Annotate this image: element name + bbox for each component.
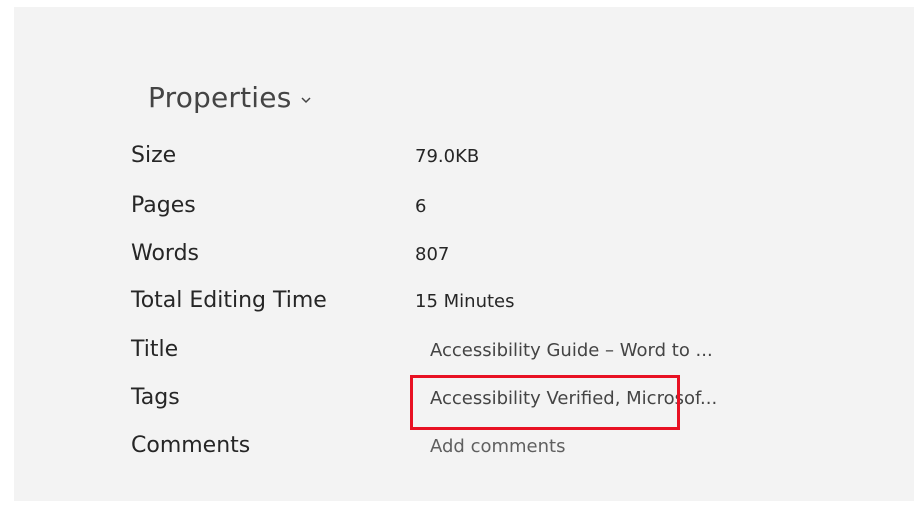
property-value-words: 807 (415, 244, 450, 265)
property-row-size: Size 79.0KB (131, 143, 831, 177)
chevron-down-icon (300, 96, 311, 103)
property-row-editing-time: Total Editing Time 15 Minutes (131, 288, 831, 322)
property-value-size: 79.0KB (415, 146, 480, 167)
property-label-tags: Tags (131, 385, 180, 410)
property-value-pages: 6 (415, 196, 427, 217)
property-row-pages: Pages 6 (131, 193, 831, 227)
property-label-editing-time: Total Editing Time (131, 288, 327, 313)
property-row-title: Title Accessibility Guide – Word to ... (131, 337, 831, 371)
property-row-comments: Comments Add comments (131, 433, 831, 467)
property-row-words: Words 807 (131, 241, 831, 275)
property-label-comments: Comments (131, 433, 251, 458)
property-value-editing-time: 15 Minutes (415, 291, 515, 312)
property-label-words: Words (131, 241, 200, 266)
properties-header[interactable]: Properties (148, 81, 312, 114)
property-label-size: Size (131, 143, 177, 168)
property-value-tags[interactable]: Accessibility Verified, Microsof... (430, 388, 717, 409)
property-label-title: Title (131, 337, 179, 362)
property-row-tags: Tags Accessibility Verified, Microsof... (131, 385, 831, 419)
property-value-title[interactable]: Accessibility Guide – Word to ... (430, 340, 713, 361)
properties-title: Properties (148, 81, 292, 114)
add-comments-field[interactable]: Add comments (430, 436, 565, 457)
property-label-pages: Pages (131, 193, 196, 218)
